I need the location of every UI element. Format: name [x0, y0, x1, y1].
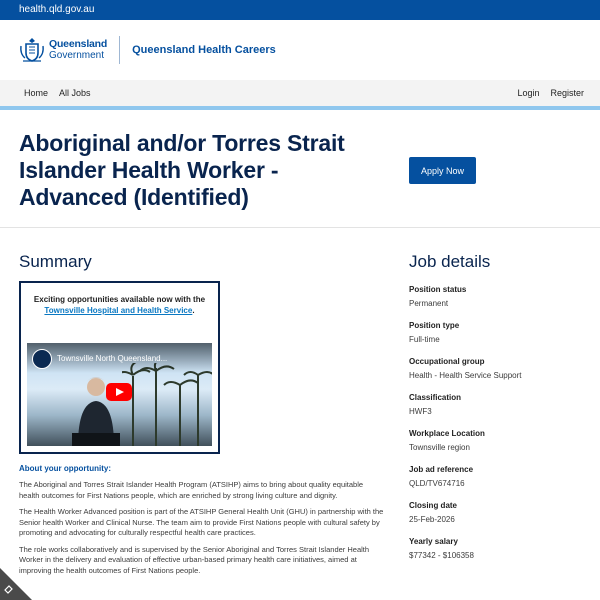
- nav-register-link[interactable]: Register: [550, 88, 584, 98]
- logo-text-queensland: Queensland: [49, 38, 108, 50]
- summary-section: Summary Exciting opportunities available…: [19, 252, 385, 582]
- job-title: Aboriginal and/or Torres Strait Islander…: [19, 130, 345, 210]
- youtube-video-embed[interactable]: Townsville North Queensland...: [27, 343, 212, 446]
- detail-label: Closing date: [409, 501, 458, 510]
- nav-login-link[interactable]: Login: [517, 88, 539, 98]
- job-details-heading: Job details: [409, 252, 491, 271]
- detail-job-ad-reference: Job ad reference QLD/TV674716: [409, 464, 589, 489]
- qld-government-logo[interactable]: Queensland Government: [19, 32, 107, 68]
- detail-occupational-group: Occupational group Health - Health Servi…: [409, 356, 589, 381]
- site-header: Queensland Government Queensland Health …: [0, 20, 600, 80]
- nav-all-jobs-link[interactable]: All Jobs: [59, 88, 91, 98]
- detail-label: Position status: [409, 285, 467, 294]
- job-content: Summary Exciting opportunities available…: [0, 228, 600, 600]
- apply-now-button[interactable]: Apply Now: [409, 157, 476, 184]
- job-details-panel: Job details Position status Permanent Po…: [409, 252, 589, 572]
- detail-label: Workplace Location: [409, 429, 485, 438]
- detail-label: Occupational group: [409, 357, 485, 366]
- video-caption: Exciting opportunities available now wit…: [27, 294, 212, 316]
- detail-closing-date: Closing date 25-Feb-2026: [409, 500, 589, 525]
- townsville-hhs-link[interactable]: Townsville Hospital and Health Service: [44, 306, 192, 315]
- video-card: Exciting opportunities available now wit…: [19, 281, 220, 454]
- site-title-link[interactable]: Queensland Health Careers: [132, 44, 276, 56]
- detail-value: Townsville region: [409, 443, 470, 452]
- detail-position-status: Position status Permanent: [409, 284, 589, 309]
- detail-label: Job ad reference: [409, 465, 474, 474]
- detail-value: QLD/TV674716: [409, 479, 465, 488]
- detail-value: 25-Feb-2026: [409, 515, 455, 524]
- detail-value: HWF3: [409, 407, 432, 416]
- gov-topbar: health.qld.gov.au: [0, 0, 600, 20]
- nav-home-link[interactable]: Home: [24, 88, 48, 98]
- logo-divider: [119, 36, 121, 64]
- detail-label: Yearly salary: [409, 537, 458, 546]
- detail-label: Position type: [409, 321, 460, 330]
- palm-tree: [179, 384, 181, 446]
- gov-domain-link[interactable]: health.qld.gov.au: [19, 4, 94, 15]
- about-opportunity-heading: About your opportunity:: [19, 464, 111, 473]
- main-nav: Home All Jobs Login Register: [0, 80, 600, 106]
- detail-value: Permanent: [409, 299, 449, 308]
- job-hero: Aboriginal and/or Torres Strait Islander…: [0, 110, 600, 228]
- detail-position-type: Position type Full-time: [409, 320, 589, 345]
- coat-of-arms-icon: [20, 38, 44, 62]
- summary-heading: Summary: [19, 252, 92, 271]
- video-title[interactable]: Townsville North Queensland...: [57, 354, 167, 363]
- detail-value: Health - Health Service Support: [409, 371, 522, 380]
- summary-paragraph: The Aboriginal and Torres Strait Islande…: [19, 480, 364, 500]
- detail-value: $77342 - $106358: [409, 551, 474, 560]
- detail-workplace-location: Workplace Location Townsville region: [409, 428, 589, 453]
- summary-paragraph: The role works collaboratively and is su…: [19, 544, 370, 575]
- summary-paragraph: The Health Worker Advanced position is p…: [19, 507, 384, 537]
- detail-label: Classification: [409, 393, 462, 402]
- logo-text-government: Government: [49, 50, 105, 61]
- play-button-icon[interactable]: [106, 383, 132, 401]
- detail-classification: Classification HWF3: [409, 392, 589, 417]
- video-caption-text: Exciting opportunities available now wit…: [33, 295, 206, 304]
- feedback-corner-icon[interactable]: [0, 568, 32, 600]
- detail-yearly-salary: Yearly salary $77342 - $106358: [409, 536, 589, 561]
- detail-value: Full-time: [409, 335, 440, 344]
- channel-avatar[interactable]: [32, 349, 52, 369]
- video-caption-suffix: .: [192, 306, 195, 315]
